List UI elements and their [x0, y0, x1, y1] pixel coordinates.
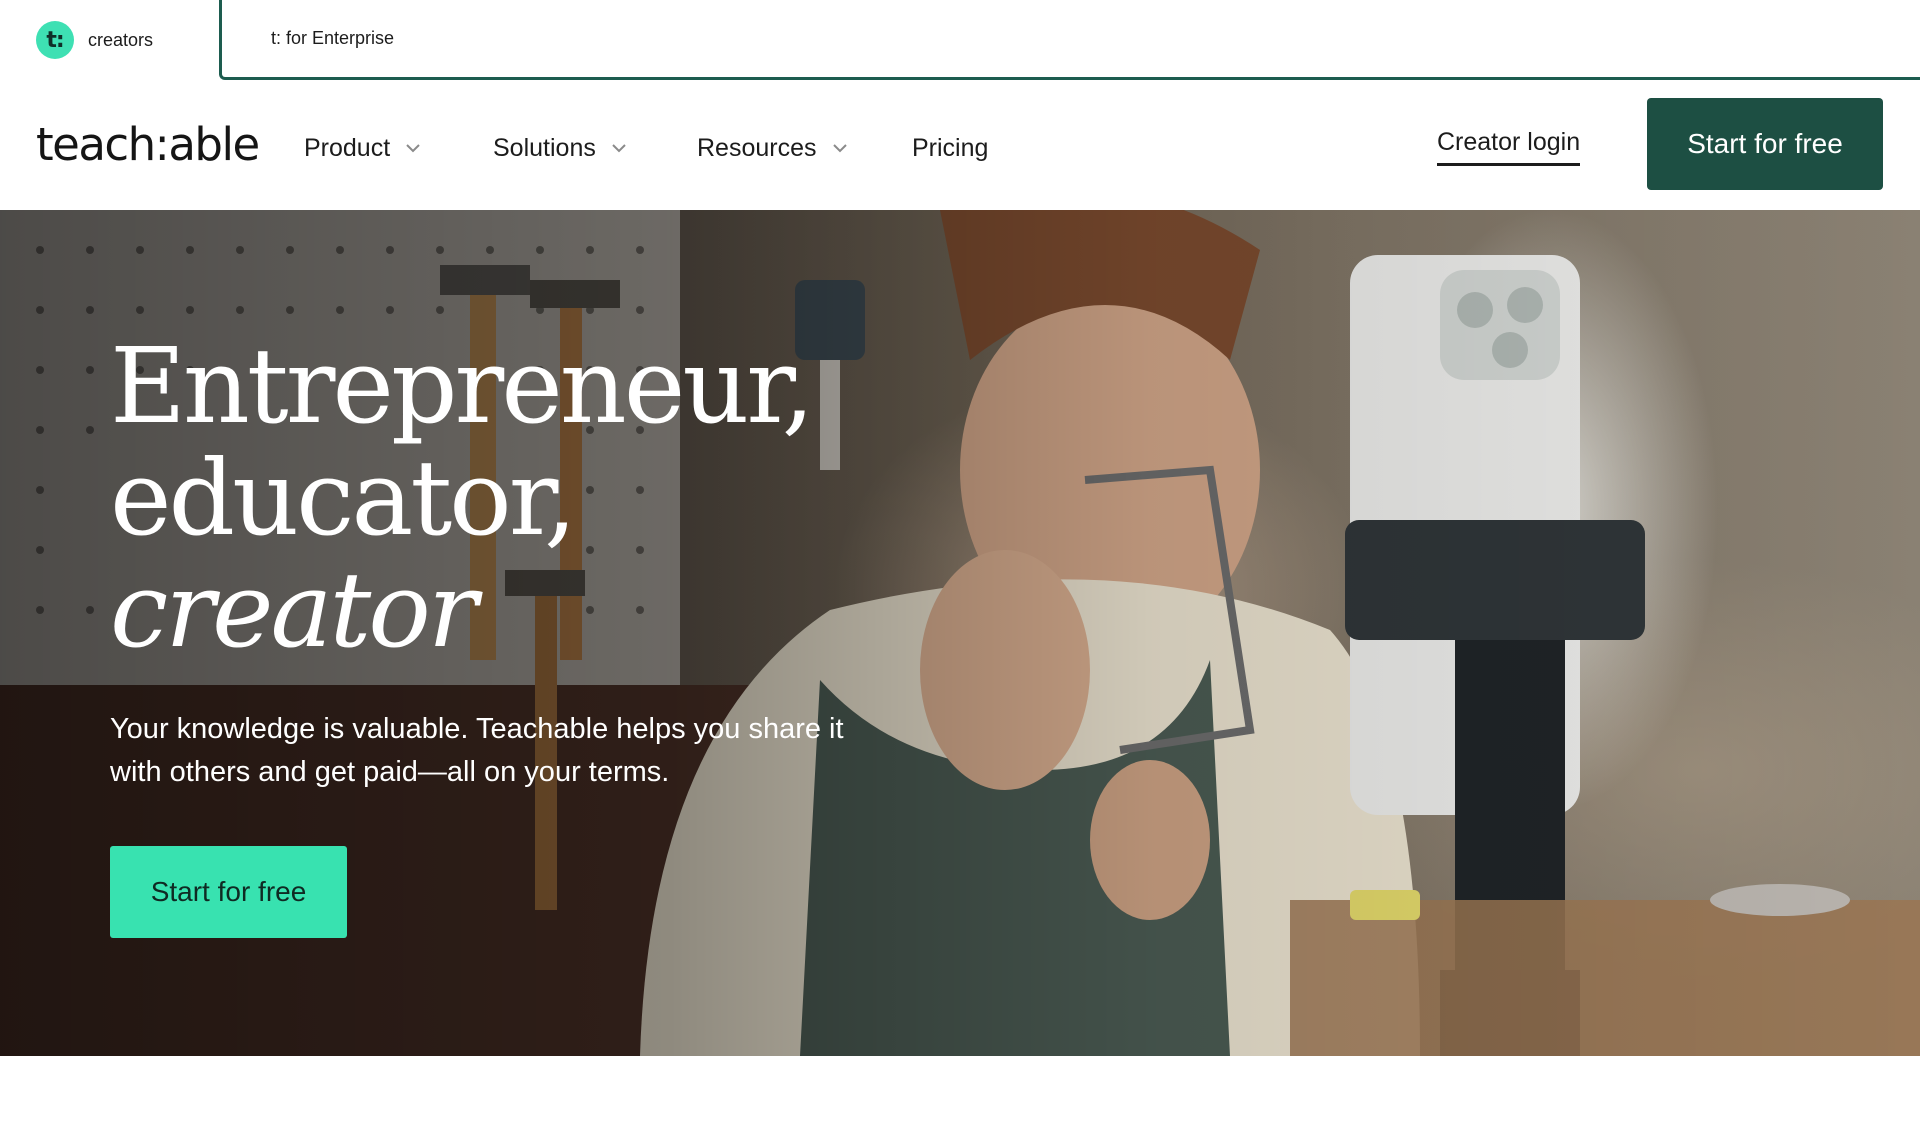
- chevron-down-icon: [831, 139, 849, 157]
- main-navigation: teach:able Product Solutions Resources P…: [0, 80, 1920, 210]
- nav-item-product[interactable]: Product: [304, 128, 422, 168]
- creator-login-link[interactable]: Creator login: [1437, 128, 1581, 166]
- hero-content: Entrepreneur, educator, creator Your kno…: [110, 330, 1010, 938]
- chevron-down-icon: [404, 139, 422, 157]
- hero-headline-line-2: educator,: [110, 437, 577, 559]
- nav-item-label: Pricing: [912, 133, 989, 162]
- nav-item-label: Solutions: [493, 133, 596, 162]
- enterprise-tab[interactable]: t: for Enterprise: [219, 0, 1920, 80]
- hero-headline-line-1: Entrepreneur,: [110, 325, 815, 447]
- chevron-down-icon: [610, 139, 628, 157]
- nav-item-label: Resources: [697, 133, 817, 162]
- creators-tab-label: creators: [88, 29, 154, 50]
- teachable-t-logo-icon: t:: [36, 21, 74, 59]
- start-for-free-button[interactable]: Start for free: [1647, 98, 1883, 190]
- creators-tab[interactable]: t: creators: [0, 0, 220, 80]
- nav-item-resources[interactable]: Resources: [697, 128, 849, 168]
- hero-section: Entrepreneur, educator, creator Your kno…: [0, 210, 1920, 1056]
- hero-headline-line-3: creator: [110, 549, 478, 671]
- enterprise-tab-label: t: for Enterprise: [271, 28, 395, 48]
- nav-item-label: Product: [304, 133, 391, 162]
- nav-item-pricing[interactable]: Pricing: [912, 128, 988, 168]
- hero-subtext: Your knowledge is valuable. Teachable he…: [110, 713, 844, 788]
- hero-start-for-free-button[interactable]: Start for free: [110, 846, 347, 938]
- product-switcher-bar: t: creators t: for Enterprise: [0, 0, 1920, 80]
- nav-item-solutions[interactable]: Solutions: [493, 128, 628, 168]
- teachable-logo[interactable]: teach:able: [36, 118, 260, 171]
